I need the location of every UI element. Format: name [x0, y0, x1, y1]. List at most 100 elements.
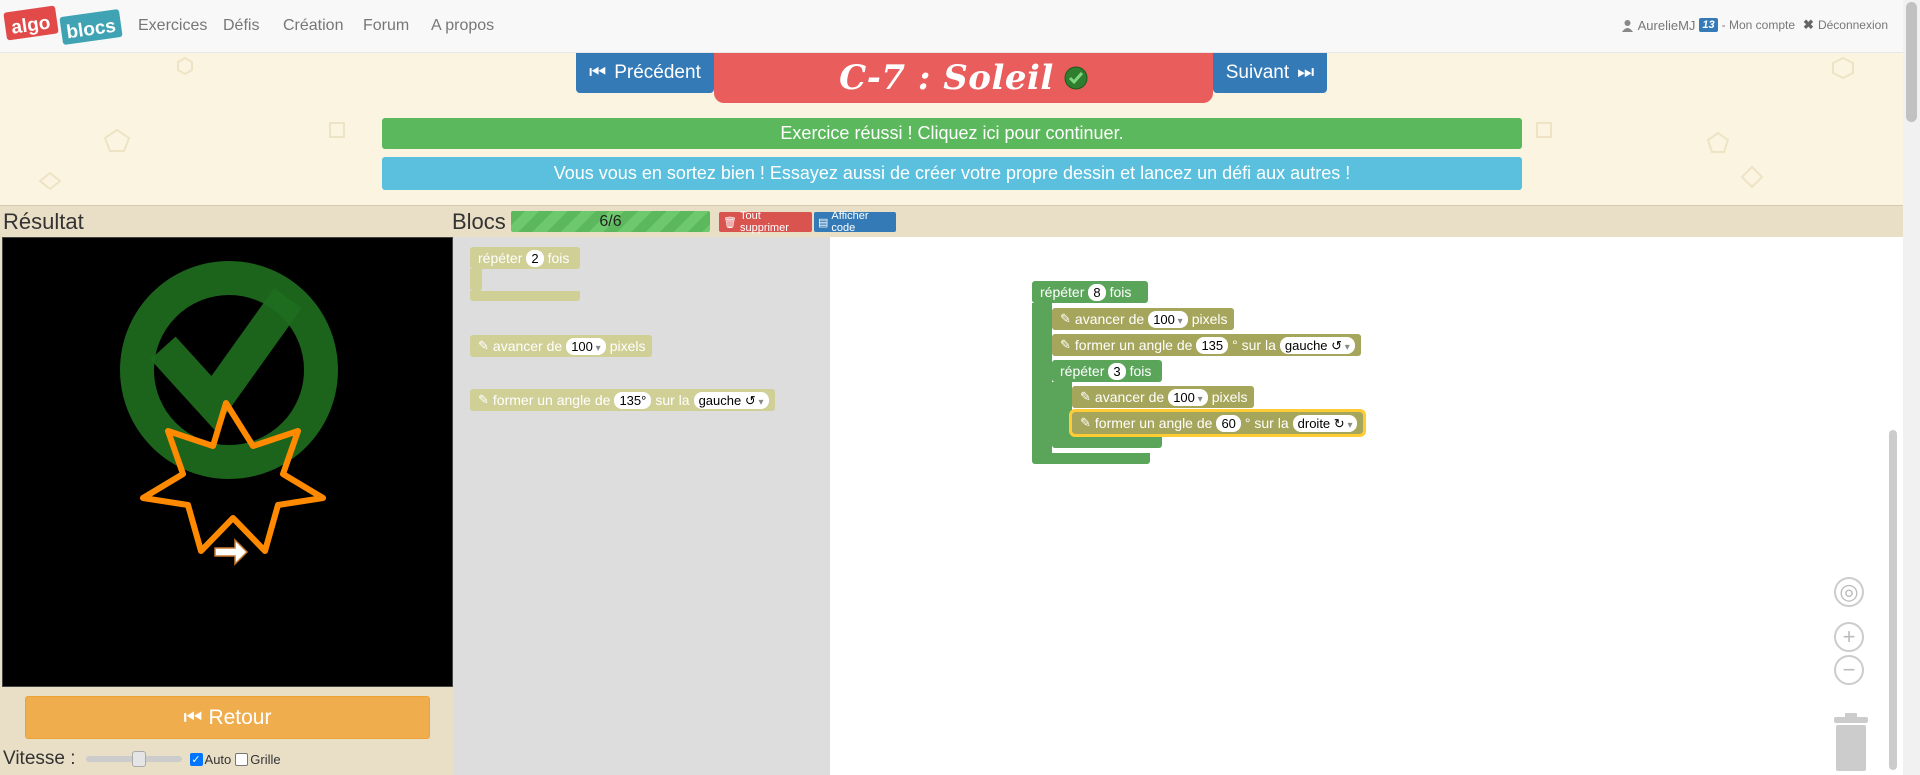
account-link[interactable]: - Mon compte: [1722, 18, 1795, 32]
inner-repeat-body: [1052, 382, 1072, 442]
pencil-icon: ✎: [1080, 415, 1091, 430]
delete-all-button[interactable]: 🗑 Tout supprimer: [719, 210, 812, 234]
outer-repeat-body: [1032, 303, 1052, 461]
recenter-icon[interactable]: ◎: [1834, 577, 1864, 607]
inner-repeat-suffix: fois: [1129, 363, 1152, 379]
previous-label: Précédent: [614, 62, 701, 83]
level-badge: 13: [1699, 18, 1718, 32]
next-button[interactable]: Suivant ⏭: [1213, 53, 1327, 93]
outer-repeat-block[interactable]: répéter 8 fois: [1032, 281, 1148, 303]
speed-controls: Vitesse : ✓ Auto Grille: [3, 746, 443, 772]
grid-checkbox[interactable]: Grille: [235, 751, 281, 767]
move-prefix: avancer de: [492, 338, 563, 354]
nav-forum[interactable]: Forum: [363, 17, 409, 35]
move-block-1[interactable]: ✎ avancer de 100 pixels: [1052, 308, 1234, 330]
move-block-2[interactable]: ✎ avancer de 100 pixels: [1072, 386, 1254, 408]
user-menu: AurelieMJ 13 - Mon compte ✖ Déconnexion: [1621, 17, 1888, 33]
trash-icon: 🗑: [723, 216, 737, 229]
move2-distance-field[interactable]: 100: [1168, 388, 1208, 406]
turn-angle-field[interactable]: 135°: [614, 391, 652, 409]
username[interactable]: AurelieMJ: [1638, 18, 1696, 33]
outer-repeat-foot: [1032, 453, 1150, 464]
show-code-label: Afficher code: [831, 210, 869, 234]
inner-repeat-foot: [1052, 436, 1162, 448]
turn2-angle-field[interactable]: 60: [1216, 414, 1241, 432]
pencil-icon: ✎: [1060, 337, 1071, 352]
pencil-icon: ✎: [1060, 311, 1071, 326]
fast-backward-icon: ⏮: [183, 705, 203, 729]
move1-distance-field[interactable]: 100: [1148, 310, 1188, 328]
turn-prefix: former un angle de: [492, 392, 611, 408]
turn-mid: sur la: [655, 392, 690, 408]
check-circle-icon: [1064, 66, 1088, 90]
nav-exercices[interactable]: Exercices: [138, 17, 207, 35]
zoom-in-icon[interactable]: +: [1834, 622, 1864, 652]
turn-block-1[interactable]: ✎ former un angle de 135 ° sur la gauche…: [1052, 334, 1361, 356]
navbar: algo blocs Exercices Défis Création Foru…: [0, 0, 1903, 53]
close-icon: ✖: [1803, 17, 1814, 32]
move1-suffix: pixels: [1191, 311, 1228, 327]
nav-apropos[interactable]: A propos: [431, 17, 494, 35]
turn2-mid: ° sur la: [1244, 415, 1289, 431]
auto-check-icon[interactable]: ✓: [189, 752, 203, 766]
turn1-direction-dropdown[interactable]: gauche ↺: [1279, 336, 1355, 354]
inner-repeat-count-field[interactable]: 3: [1108, 362, 1126, 380]
back-button[interactable]: ⏮ Retour: [25, 696, 430, 739]
info-alert: Vous vous en sortez bien ! Essayez aussi…: [382, 157, 1522, 190]
speed-slider[interactable]: [85, 751, 182, 767]
speed-slider-thumb[interactable]: [131, 751, 146, 767]
outer-repeat-count-field[interactable]: 8: [1088, 283, 1106, 301]
speed-label: Vitesse :: [3, 748, 76, 769]
logout-link[interactable]: Déconnexion: [1818, 18, 1888, 32]
move2-prefix: avancer de: [1094, 389, 1165, 405]
move2-suffix: pixels: [1211, 389, 1248, 405]
turn-block-2[interactable]: ✎ former un angle de 60 ° sur la droite …: [1068, 409, 1367, 437]
user-icon: [1621, 19, 1633, 32]
next-label: Suivant: [1225, 62, 1290, 83]
repeat-count-field[interactable]: 2: [526, 249, 544, 267]
page-scrollbar-thumb[interactable]: [1906, 2, 1917, 122]
turn1-prefix: former un angle de: [1074, 337, 1193, 353]
panel-header: Résultat Blocs 6/6 🗑 Tout supprimer ▤ Affi…: [0, 205, 1903, 237]
blocks-workspace[interactable]: répéter 8 fois ✎ avancer de 100 pixels ✎…: [830, 237, 1903, 775]
result-panel: ⏮ Retour Vitesse : ✓ Auto Grille: [0, 237, 453, 775]
inner-repeat-block[interactable]: répéter 3 fois: [1052, 360, 1162, 382]
inner-repeat-prefix: répéter: [1060, 363, 1105, 379]
block-count-progress: 6/6: [511, 211, 710, 232]
outer-repeat-suffix: fois: [1109, 284, 1132, 300]
auto-checkbox[interactable]: ✓ Auto: [189, 752, 231, 767]
turn2-direction-dropdown[interactable]: droite ↻: [1292, 414, 1358, 432]
exercise-title: C-7 : Soleil: [839, 58, 1054, 98]
show-code-button[interactable]: ▤ Afficher code: [814, 210, 896, 234]
zoom-out-icon[interactable]: −: [1834, 655, 1864, 685]
drawing-svg: [120, 261, 338, 566]
workspace-trash-icon[interactable]: [1830, 713, 1872, 771]
drawing-canvas: [2, 237, 453, 687]
exercise-title-box: C-7 : Soleil: [714, 53, 1213, 103]
toolbox-repeat-block[interactable]: répéter 2 fois: [470, 247, 580, 269]
turtle-arrow-icon: [214, 538, 249, 566]
blocks-label: Blocs: [452, 209, 506, 234]
exercise-header: ⏮ Précédent C-7 : Soleil Suivant ⏭ Exerc…: [0, 53, 1903, 205]
workspace-scrollbar[interactable]: [1889, 430, 1897, 770]
page-scrollbar[interactable]: [1903, 0, 1920, 775]
success-alert[interactable]: Exercice réussi ! Cliquez ici pour conti…: [382, 118, 1522, 149]
algoblocs-logo[interactable]: algo blocs: [3, 5, 123, 47]
previous-button[interactable]: ⏮ Précédent: [576, 53, 714, 93]
move-distance-field[interactable]: 100: [566, 337, 606, 355]
nav-defis[interactable]: Défis: [223, 17, 259, 35]
turn1-angle-field[interactable]: 135: [1196, 336, 1229, 354]
nav-creation[interactable]: Création: [283, 17, 343, 35]
toolbox-turn-block[interactable]: ✎ former un angle de 135° sur la gauche …: [470, 389, 775, 411]
toolbox-move-block[interactable]: ✎ avancer de 100 pixels: [470, 335, 652, 357]
step-backward-icon: ⏮: [589, 62, 607, 83]
grid-check-icon[interactable]: [235, 752, 249, 766]
grid-label: Grille: [250, 751, 281, 767]
toolbox-repeat-body: [470, 269, 482, 291]
code-icon: ▤: [818, 216, 829, 229]
delete-all-label: Tout supprimer: [739, 210, 789, 234]
turn2-prefix: former un angle de: [1094, 415, 1213, 431]
pencil-icon: ✎: [478, 392, 489, 407]
turn1-mid: ° sur la: [1232, 337, 1276, 353]
turn-direction-dropdown[interactable]: gauche ↺: [693, 391, 769, 409]
